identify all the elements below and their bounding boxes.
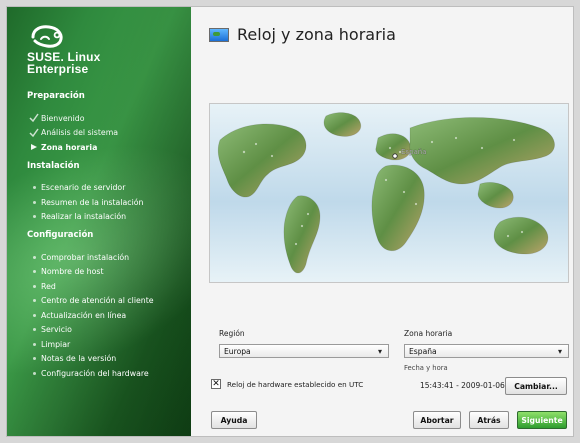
bullet-icon xyxy=(27,284,41,288)
utc-checkbox[interactable]: ✕ xyxy=(211,379,221,389)
change-datetime-button[interactable]: Cambiar... xyxy=(505,377,567,395)
brand-line-2: Enterprise xyxy=(27,62,89,76)
sidebar-item-label: Análisis del sistema xyxy=(41,128,119,138)
sidebar-item-red[interactable]: Red xyxy=(27,279,187,294)
sidebar-item-label: Nombre de host xyxy=(41,267,104,277)
region-select[interactable]: Europa ▾ xyxy=(219,344,389,358)
sidebar-item-notas-version[interactable]: Notas de la versión xyxy=(27,352,187,367)
sidebar-nav: Preparación Bienvenido Análisis del sist… xyxy=(27,91,187,381)
region-select-value: Europa xyxy=(224,346,251,356)
sidebar-group-title: Instalación xyxy=(27,160,80,171)
next-button[interactable]: Siguiente xyxy=(517,411,567,429)
sidebar-item-servicio[interactable]: Servicio xyxy=(27,323,187,338)
bullet-icon xyxy=(27,270,41,274)
sidebar-item-label: Comprobar instalación xyxy=(41,252,130,262)
sidebar-item-label: Resumen de la instalación xyxy=(41,197,144,207)
brand: SUSE. Linux Enterprise xyxy=(27,23,177,75)
sidebar-item-limpiar[interactable]: Limpiar xyxy=(27,337,187,352)
installer-window: SUSE. Linux Enterprise Preparación Bienv… xyxy=(6,6,574,437)
timezone-select-value: España xyxy=(409,346,437,356)
sidebar-item-label: Centro de atención al cliente xyxy=(41,296,154,306)
bullet-icon xyxy=(27,255,41,259)
sidebar-group-title: Preparación xyxy=(27,91,85,101)
datetime-value: 15:43:41 - 2009-01-06 xyxy=(420,381,505,390)
map-location-label: España xyxy=(401,148,427,156)
chevron-down-icon: ▾ xyxy=(557,346,562,356)
world-map[interactable]: España xyxy=(209,103,569,283)
sidebar-item-label: Zona horaria xyxy=(41,142,98,152)
world-map-graphic: España xyxy=(210,104,568,282)
back-button[interactable]: Atrás xyxy=(469,411,509,429)
sidebar-item-label: Servicio xyxy=(41,325,72,335)
bullet-icon xyxy=(27,299,41,303)
brand-text: SUSE. Linux Enterprise xyxy=(27,51,177,75)
bullet-icon xyxy=(27,342,41,346)
timezone-label: Zona horaria xyxy=(404,329,453,338)
bullet-icon xyxy=(27,371,41,375)
utc-checkbox-row[interactable]: ✕ Reloj de hardware establecido en UTC xyxy=(211,379,363,389)
abort-button[interactable]: Abortar xyxy=(413,411,461,429)
sidebar-group-title: Configuración xyxy=(27,230,94,240)
help-button[interactable]: Ayuda xyxy=(211,411,257,429)
sidebar-item-label: Escenario de servidor xyxy=(41,183,126,193)
sidebar-item-resumen-instalacion[interactable]: Resumen de la instalación xyxy=(27,195,187,210)
bullet-icon xyxy=(27,215,41,219)
timezone-select[interactable]: España ▾ xyxy=(404,344,569,358)
chevron-down-icon: ▾ xyxy=(377,346,382,356)
sidebar-item-comprobar-instalacion[interactable]: Comprobar instalación xyxy=(27,250,187,265)
check-icon xyxy=(27,128,41,138)
sidebar-item-label: Realizar la instalación xyxy=(41,212,127,222)
sidebar-item-centro-atencion[interactable]: Centro de atención al cliente xyxy=(27,294,187,309)
region-label: Región xyxy=(219,329,245,338)
bullet-icon xyxy=(27,186,41,190)
sidebar-item-escenario-servidor[interactable]: Escenario de servidor xyxy=(27,181,187,196)
bullet-icon xyxy=(27,357,41,361)
sidebar-item-label: Bienvenido xyxy=(41,113,85,123)
bullet-icon xyxy=(27,328,41,332)
sidebar-item-bienvenido[interactable]: Bienvenido xyxy=(27,111,187,126)
sidebar-item-analisis[interactable]: Análisis del sistema xyxy=(27,126,187,141)
sidebar-item-label: Limpiar xyxy=(41,339,71,349)
sidebar-item-actualizacion-linea[interactable]: Actualización en línea xyxy=(27,308,187,323)
selected-location-marker xyxy=(392,153,398,159)
sidebar-item-configuracion-hardware[interactable]: Configuración del hardware xyxy=(27,366,187,381)
sidebar-item-label: Red xyxy=(41,281,56,291)
sidebar-item-label: Notas de la versión xyxy=(41,354,117,364)
main-panel: Reloj y zona horaria España Región Europ… xyxy=(191,7,573,436)
sidebar-item-label: Actualización en línea xyxy=(41,310,127,320)
sidebar-item-realizar-instalacion[interactable]: Realizar la instalación xyxy=(27,210,187,225)
page-title: Reloj y zona horaria xyxy=(209,25,396,44)
play-icon xyxy=(27,143,41,151)
bullet-icon xyxy=(27,313,41,317)
bullet-icon xyxy=(27,200,41,204)
sidebar-item-zona-horaria[interactable]: Zona horaria xyxy=(27,140,187,155)
sidebar-item-nombre-host[interactable]: Nombre de host xyxy=(27,265,187,280)
utc-checkbox-label: Reloj de hardware establecido en UTC xyxy=(227,379,364,389)
check-icon xyxy=(27,113,41,123)
world-map-icon xyxy=(209,27,229,42)
suse-chameleon-logo xyxy=(31,25,63,48)
sidebar: SUSE. Linux Enterprise Preparación Bienv… xyxy=(7,7,191,436)
page-title-text: Reloj y zona horaria xyxy=(237,25,396,44)
datetime-label: Fecha y hora xyxy=(404,364,448,372)
sidebar-item-label: Configuración del hardware xyxy=(41,368,149,378)
